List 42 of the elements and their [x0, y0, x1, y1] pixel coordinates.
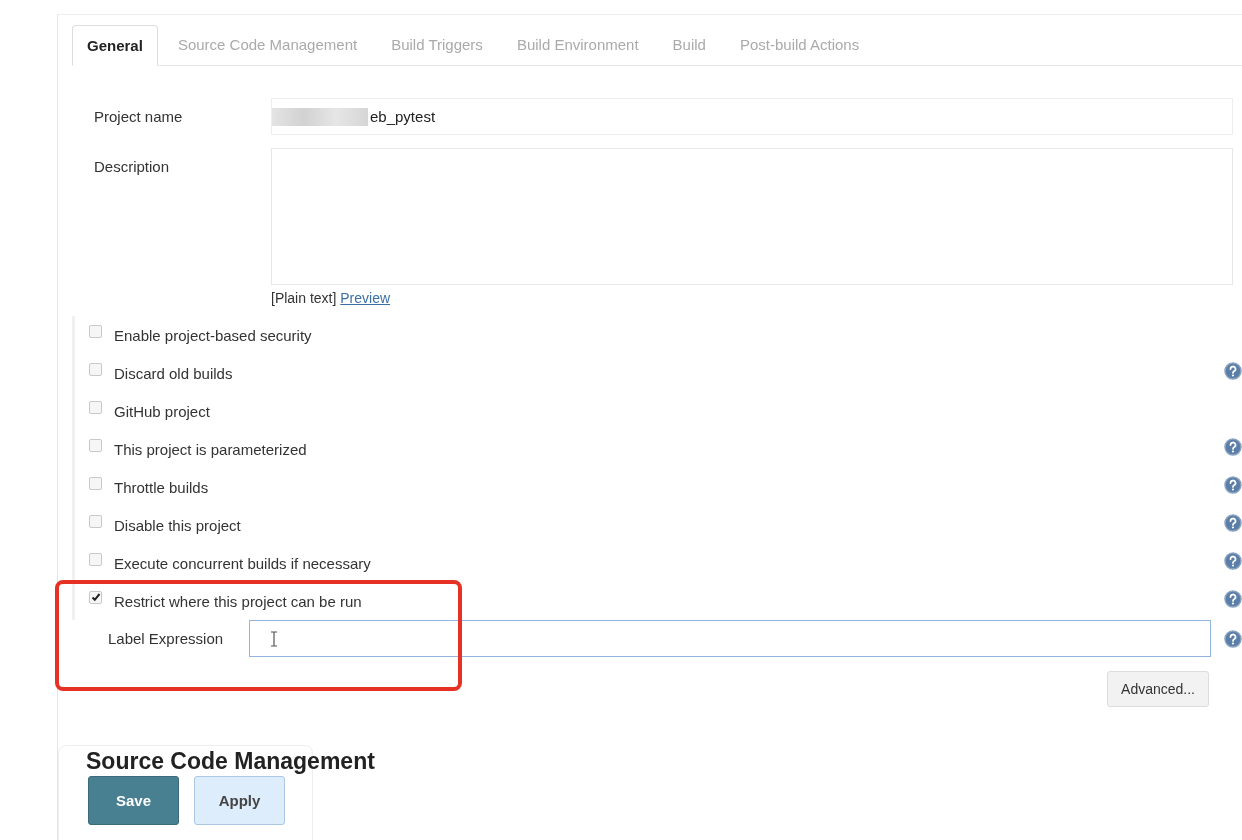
checkbox-label: This project is parameterized [114, 440, 307, 458]
help-icon[interactable] [1224, 476, 1242, 494]
checkbox[interactable] [89, 400, 102, 414]
checkbox[interactable] [89, 324, 102, 338]
advanced-button[interactable]: Advanced... [1107, 671, 1209, 707]
checkbox[interactable] [89, 514, 102, 528]
tab[interactable]: Post-build Actions [725, 25, 874, 65]
field-value: eb_pytest [370, 108, 436, 125]
checkbox-label: Restrict where this project can be run [114, 592, 362, 610]
checkbox-label: Discard old builds [114, 364, 233, 382]
project-name-field[interactable]: eb_pytest [271, 98, 1233, 135]
apply-button[interactable]: Apply [194, 776, 285, 825]
save-button[interactable]: Save [88, 776, 179, 825]
checkbox[interactable] [89, 552, 102, 566]
tab[interactable]: Build [658, 25, 720, 65]
tab[interactable]: Source Code Management [163, 25, 372, 65]
label-expression-field[interactable] [249, 620, 1211, 657]
checkbox-label: Throttle builds [114, 478, 209, 496]
field-label: Project name [94, 107, 184, 125]
field-label: Description [94, 157, 171, 175]
checkbox[interactable] [89, 476, 102, 490]
section-heading: Source Code Management [86, 747, 376, 775]
tab[interactable]: General [72, 25, 158, 66]
tab[interactable]: Build Triggers [377, 25, 497, 65]
checkbox-label: Disable this project [114, 516, 241, 534]
checkbox-label: Execute concurrent builds if necessary [114, 554, 371, 572]
checkbox-label: Enable project-based security [114, 326, 312, 344]
field-label: Label Expression [108, 630, 225, 647]
checkbox[interactable] [89, 590, 102, 604]
preview-link[interactable]: Preview [340, 290, 391, 306]
tab[interactable]: Build Environment [502, 25, 653, 65]
help-icon[interactable] [1224, 590, 1242, 608]
text-cursor-icon [270, 630, 278, 647]
checkbox-label: GitHub project [114, 402, 210, 420]
help-icon[interactable] [1224, 362, 1242, 380]
checkbox[interactable] [89, 362, 102, 376]
help-icon[interactable] [1224, 514, 1242, 532]
help-icon[interactable] [1224, 438, 1242, 456]
help-icon[interactable] [1224, 552, 1242, 570]
checkbox[interactable] [89, 438, 102, 452]
format-note: [Plain text] Preview [271, 290, 392, 306]
help-icon[interactable] [1224, 630, 1242, 648]
